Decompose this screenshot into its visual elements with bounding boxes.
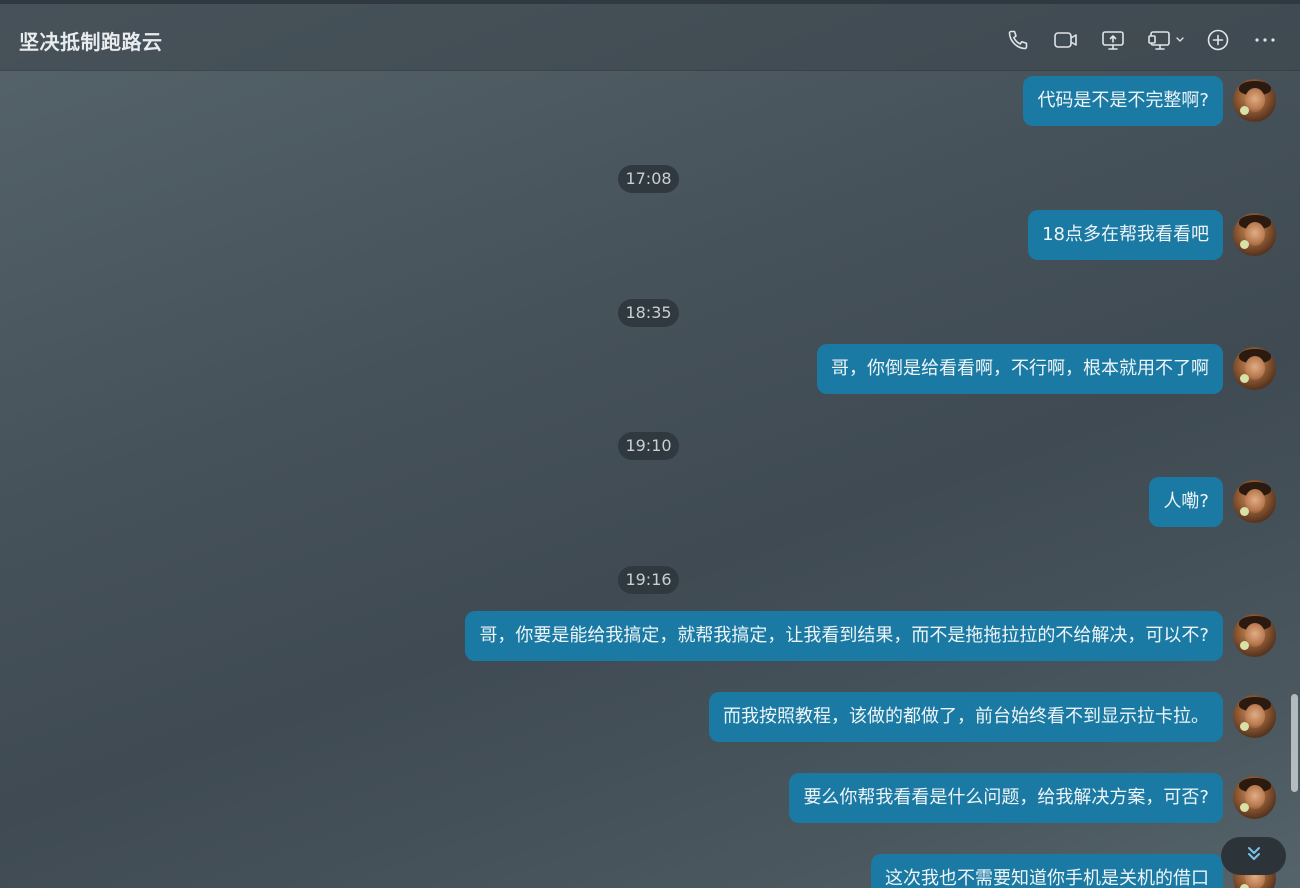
chat-title: 坚决抵制跑路云 xyxy=(19,30,163,54)
user-avatar[interactable] xyxy=(1233,695,1276,738)
user-avatar[interactable] xyxy=(1233,776,1276,819)
message-row: 这次我也不需要知道你手机是关机的借口 xyxy=(0,854,1300,888)
message-bubble[interactable]: 18点多在帮我看看吧 xyxy=(1028,210,1223,260)
message-row: 人嘞? xyxy=(0,477,1300,527)
scrollbar-thumb[interactable] xyxy=(1291,694,1298,792)
remote-desktop-icon[interactable] xyxy=(1148,28,1188,52)
timestamp: 18:35 xyxy=(618,299,679,327)
timestamp: 17:08 xyxy=(618,165,679,193)
timestamp: 19:10 xyxy=(618,432,679,460)
timestamp: 19:16 xyxy=(618,566,679,594)
message-row: 18点多在帮我看看吧 xyxy=(0,210,1300,260)
video-call-icon[interactable] xyxy=(1053,28,1079,52)
double-chevron-down-icon xyxy=(1244,844,1264,868)
phone-icon[interactable] xyxy=(1006,28,1030,52)
user-avatar[interactable] xyxy=(1233,347,1276,390)
message-bubble[interactable]: 哥，你要是能给我搞定，就帮我搞定，让我看到结果，而不是拖拖拉拉的不给解决，可以不… xyxy=(465,611,1223,661)
message-row: 哥，你要是能给我搞定，就帮我搞定，让我看到结果，而不是拖拖拉拉的不给解决，可以不… xyxy=(0,611,1300,661)
message-bubble[interactable]: 这次我也不需要知道你手机是关机的借口 xyxy=(871,854,1223,888)
message-bubble[interactable]: 而我按照教程，该做的都做了，前台始终看不到显示拉卡拉。 xyxy=(709,692,1223,742)
message-row: 哥，你倒是给看看啊，不行啊，根本就用不了啊 xyxy=(0,344,1300,394)
user-avatar[interactable] xyxy=(1233,480,1276,523)
screen-share-icon[interactable] xyxy=(1101,28,1125,52)
more-options-icon[interactable] xyxy=(1253,28,1277,52)
message-row: 要么你帮我看看是什么问题，给我解决方案，可否? xyxy=(0,773,1300,823)
message-bubble[interactable]: 哥，你倒是给看看啊，不行啊，根本就用不了啊 xyxy=(817,344,1223,394)
message-list[interactable]: 代码是不是不完整啊? 17:08 18点多在帮我看看吧 18:35 哥，你倒是给… xyxy=(0,72,1300,888)
chat-header: 坚决抵制跑路云 xyxy=(0,4,1300,71)
message-row: 而我按照教程，该做的都做了，前台始终看不到显示拉卡拉。 xyxy=(0,692,1300,742)
user-avatar[interactable] xyxy=(1233,79,1276,122)
message-bubble[interactable]: 要么你帮我看看是什么问题，给我解决方案，可否? xyxy=(789,773,1223,823)
message-bubble[interactable]: 代码是不是不完整啊? xyxy=(1023,76,1223,126)
user-avatar[interactable] xyxy=(1233,213,1276,256)
user-avatar[interactable] xyxy=(1233,614,1276,657)
scroll-to-bottom-button[interactable] xyxy=(1221,837,1286,875)
message-row: 代码是不是不完整啊? xyxy=(0,76,1300,126)
add-circle-icon[interactable] xyxy=(1206,28,1230,52)
message-bubble[interactable]: 人嘞? xyxy=(1149,477,1223,527)
